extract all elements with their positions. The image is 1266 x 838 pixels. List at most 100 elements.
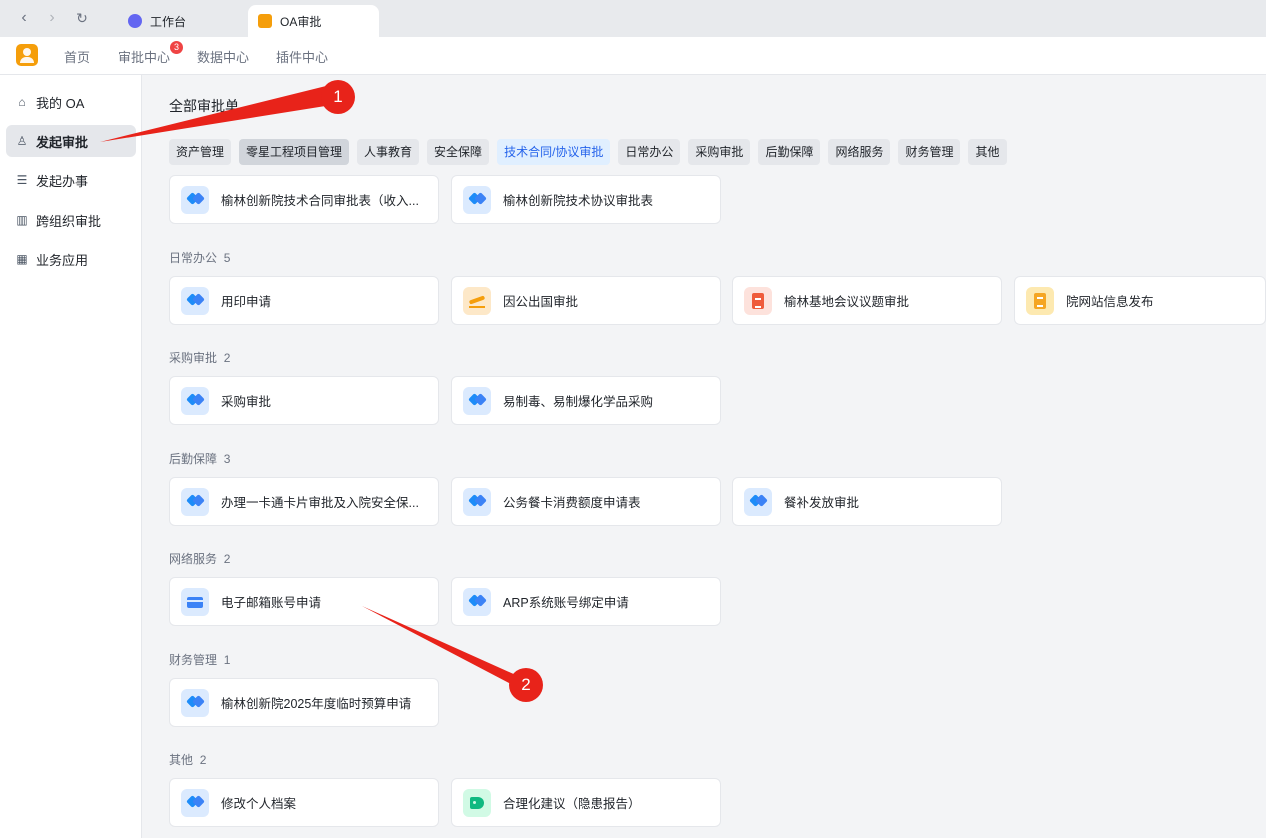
- browser-tab-oa[interactable]: OA审批: [248, 5, 379, 37]
- stamp-icon: ♙: [16, 134, 28, 148]
- category-chip[interactable]: 日常办公: [618, 139, 681, 165]
- form-card-temp-budget[interactable]: 榆林创新院2025年度临时预算申请: [169, 678, 439, 727]
- form-card-label: 榆林创新院技术协议审批表: [503, 194, 654, 208]
- group-header-logistics: 后勤保障 3: [169, 450, 230, 467]
- group-header-network: 网络服务 2: [169, 550, 230, 567]
- form-card-campus-card[interactable]: 办理一卡通卡片审批及入院安全保...: [169, 477, 439, 526]
- app-logo-icon: [16, 44, 38, 66]
- form-card-label: 修改个人档案: [221, 797, 297, 811]
- annotation-marker-1-label: 1: [333, 87, 343, 106]
- nav-home[interactable]: 首页: [64, 47, 90, 66]
- group-header-procurement: 采购审批 2: [169, 349, 230, 366]
- sidebar-item-label: 跨组织审批: [36, 213, 102, 229]
- approval-form-icon: [181, 688, 209, 717]
- workbench-tab-icon: [128, 14, 142, 28]
- approval-form-icon: [463, 587, 491, 616]
- sidebar-item-label: 发起办事: [36, 173, 89, 189]
- form-card-label: 合理化建议（隐患报告）: [503, 797, 641, 811]
- page-title: 全部审批单: [169, 98, 239, 114]
- approval-form-icon: [744, 487, 772, 516]
- sidebar: ⌂ 我的 OA ♙ 发起审批 ☰ 发起办事 ▥ 跨组织审批 ▦ 业务应用: [0, 75, 142, 838]
- category-chip[interactable]: 零星工程项目管理: [239, 139, 350, 165]
- group-count: 3: [223, 452, 231, 466]
- form-card-email-account[interactable]: 电子邮箱账号申请: [169, 577, 439, 626]
- form-card-seal[interactable]: 用印申请: [169, 276, 439, 325]
- group-header-daily-office: 日常办公 5: [169, 249, 230, 266]
- category-chip[interactable]: 资产管理: [169, 139, 232, 165]
- approval-form-icon: [463, 386, 491, 415]
- form-card-label: 榆林创新院技术合同审批表（收入...: [221, 194, 419, 208]
- form-card-procurement[interactable]: 采购审批: [169, 376, 439, 425]
- plane-icon: [463, 286, 491, 315]
- approval-count-badge: 3: [170, 41, 183, 54]
- form-card-label: 公务餐卡消费额度申请表: [503, 496, 641, 510]
- sidebar-item-label: 我的 OA: [36, 95, 85, 111]
- category-chip[interactable]: 安全保障: [427, 139, 490, 165]
- form-card-travel-abroad[interactable]: 因公出国审批: [451, 276, 721, 325]
- form-card-label: 因公出国审批: [503, 295, 579, 309]
- email-card-icon: [181, 587, 209, 616]
- sidebar-item-start-approval[interactable]: ♙ 发起审批: [6, 125, 136, 157]
- group-name: 采购审批: [169, 351, 218, 365]
- form-card-chemical-purchase[interactable]: 易制毒、易制爆化学品采购: [451, 376, 721, 425]
- nav-plugin-center[interactable]: 插件中心: [276, 47, 328, 66]
- group-name: 财务管理: [169, 653, 218, 667]
- group-name: 其他: [169, 753, 194, 767]
- building-icon: ▥: [16, 213, 28, 227]
- sidebar-item-my-oa[interactable]: ⌂ 我的 OA: [6, 86, 136, 118]
- home-icon: ⌂: [18, 95, 26, 109]
- oa-tab-icon: [258, 14, 272, 28]
- sidebar-item-cross-org[interactable]: ▥ 跨组织审批: [6, 204, 136, 236]
- group-header-other: 其他 2: [169, 751, 206, 768]
- form-card-label: 榆林创新院2025年度临时预算申请: [221, 697, 412, 711]
- category-chip[interactable]: 其他: [968, 139, 1007, 165]
- group-name: 网络服务: [169, 552, 218, 566]
- category-chip[interactable]: 人事教育: [357, 139, 420, 165]
- browser-tab-label: OA审批: [280, 14, 322, 29]
- category-chip[interactable]: 网络服务: [828, 139, 891, 165]
- approval-form-icon: [181, 185, 209, 214]
- form-card-suggestion[interactable]: 合理化建议（隐患报告）: [451, 778, 721, 827]
- form-card-personal-profile[interactable]: 修改个人档案: [169, 778, 439, 827]
- category-chip[interactable]: 财务管理: [898, 139, 961, 165]
- group-count: 2: [223, 351, 231, 365]
- browser-tab-label: 工作台: [150, 14, 187, 29]
- back-icon[interactable]: ‹: [14, 8, 34, 28]
- nav-approval-center[interactable]: 审批中心: [118, 47, 170, 66]
- list-icon: ☰: [16, 173, 28, 187]
- browser-tab-workbench[interactable]: 工作台: [118, 5, 196, 37]
- form-card-arp-binding[interactable]: ARP系统账号绑定申请: [451, 577, 721, 626]
- form-card-meal-card-quota[interactable]: 公务餐卡消费额度申请表: [451, 477, 721, 526]
- form-card-label: 采购审批: [221, 395, 272, 409]
- form-card-label: 榆林基地会议议题审批: [784, 295, 910, 309]
- category-chip-selected[interactable]: 技术合同/协议审批: [497, 139, 611, 165]
- group-header-finance: 财务管理 1: [169, 651, 230, 668]
- form-card-website-post[interactable]: 院网站信息发布: [1014, 276, 1266, 325]
- category-filter-bar: 资产管理 零星工程项目管理 人事教育 安全保障 技术合同/协议审批 日常办公 采…: [169, 139, 1007, 165]
- clipboard-icon: [744, 286, 772, 315]
- form-card-tech-contract[interactable]: 榆林创新院技术合同审批表（收入...: [169, 175, 439, 224]
- category-chip[interactable]: 采购审批: [688, 139, 751, 165]
- approval-form-icon: [463, 487, 491, 516]
- form-card-tech-agreement[interactable]: 榆林创新院技术协议审批表: [451, 175, 721, 224]
- reload-icon[interactable]: ↻: [72, 8, 92, 28]
- form-card-label: 院网站信息发布: [1066, 295, 1154, 309]
- form-card-label: ARP系统账号绑定申请: [503, 596, 629, 610]
- group-count: 2: [223, 552, 231, 566]
- approval-form-icon: [181, 788, 209, 817]
- tag-icon: [463, 788, 491, 817]
- form-card-meal-subsidy[interactable]: 餐补发放审批: [732, 477, 1002, 526]
- forward-icon[interactable]: ›: [42, 8, 62, 28]
- browser-tab-bar: ‹ › ↻ 工作台 OA审批: [0, 0, 1266, 37]
- category-chip[interactable]: 后勤保障: [758, 139, 821, 165]
- approval-form-icon: [181, 487, 209, 516]
- approval-form-icon: [181, 286, 209, 315]
- form-card-meeting-topic[interactable]: 榆林基地会议议题审批: [732, 276, 1002, 325]
- sidebar-item-label: 业务应用: [36, 252, 89, 268]
- form-card-label: 易制毒、易制爆化学品采购: [503, 395, 654, 409]
- approval-form-icon: [181, 386, 209, 415]
- sidebar-item-business-apps[interactable]: ▦ 业务应用: [6, 243, 136, 275]
- form-card-label: 办理一卡通卡片审批及入院安全保...: [221, 496, 419, 510]
- nav-data-center[interactable]: 数据中心: [197, 47, 249, 66]
- sidebar-item-start-task[interactable]: ☰ 发起办事: [6, 164, 136, 196]
